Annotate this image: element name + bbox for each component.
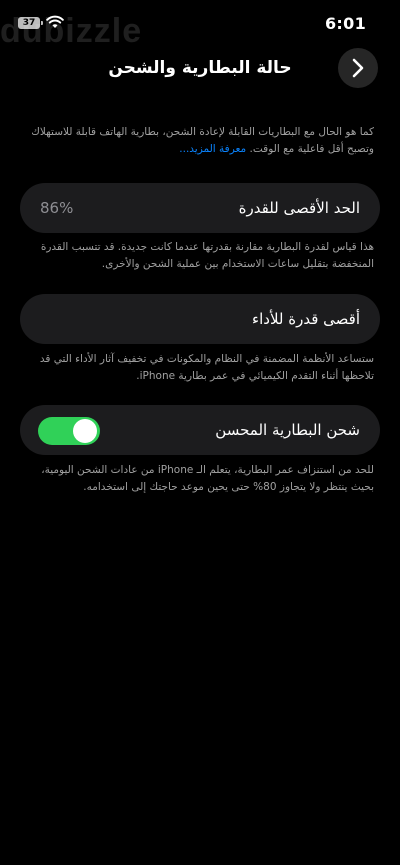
optimized-charging-label: شحن البطارية المحسن	[215, 421, 360, 439]
watermark-logo: dubizzle	[0, 12, 143, 50]
optimized-charging-row: شحن البطارية المحسن	[20, 405, 380, 455]
intro-note: كما هو الحال مع البطاريات القابلة لإعادة…	[26, 124, 374, 158]
max-capacity-label: الحد الأقصى للقدرة	[238, 199, 360, 217]
peak-performance-description: ستساعد الأنظمة المضمنة في النظام والمكون…	[39, 353, 374, 382]
toggle-knob	[73, 419, 97, 443]
max-capacity-value: 86%	[40, 199, 74, 217]
peak-performance-label: أقصى قدرة للأداء	[252, 310, 360, 328]
optimized-charging-description: للحد من استنزاف عمر البطارية، يتعلم الـ …	[41, 464, 374, 493]
max-capacity-row: الحد الأقصى للقدرة 86%	[20, 183, 380, 233]
status-time: 6:01	[325, 14, 366, 33]
optimized-charging-toggle[interactable]	[38, 417, 100, 445]
page-title: حالة البطارية والشحن	[108, 58, 292, 78]
peak-performance-row[interactable]: أقصى قدرة للأداء	[20, 294, 380, 344]
max-capacity-description: هذا قياس لقدرة البطارية مقارنة بقدرتها ع…	[40, 241, 374, 270]
learn-more-link[interactable]: معرفة المزيد...	[179, 143, 246, 155]
